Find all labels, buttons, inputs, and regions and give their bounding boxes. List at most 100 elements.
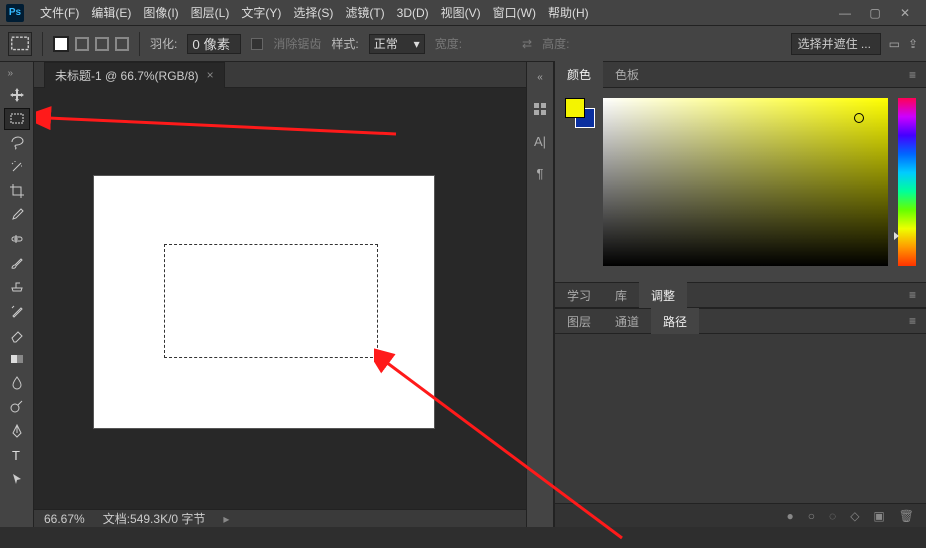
fill-path-icon[interactable]: ● <box>787 509 794 523</box>
status-chevron-icon[interactable]: ▸ <box>223 512 229 526</box>
tool-palette: » T <box>0 62 34 527</box>
selection-mode <box>53 36 129 52</box>
paragraph-panel-icon[interactable]: ¶ <box>531 164 549 182</box>
feather-input[interactable] <box>187 34 241 54</box>
add-selection-icon[interactable] <box>75 37 89 51</box>
tab-libraries[interactable]: 库 <box>603 282 639 309</box>
character-panel-icon[interactable]: A| <box>531 132 549 150</box>
new-selection-icon[interactable] <box>53 36 69 52</box>
feather-label: 羽化: <box>150 35 177 52</box>
healing-brush-tool[interactable] <box>4 228 30 250</box>
load-selection-icon[interactable]: ◌ <box>829 509 836 523</box>
select-and-mask-button[interactable]: 选择并遮住 ... <box>791 33 881 55</box>
rectangular-marquee-tool[interactable] <box>4 108 30 130</box>
menu-type[interactable]: 文字(Y) <box>235 4 287 21</box>
chevron-down-icon: ▾ <box>414 37 420 51</box>
lasso-tool[interactable] <box>4 132 30 154</box>
color-panel-tabs: 颜色 色板 ≡ <box>555 62 926 88</box>
hue-slider[interactable] <box>898 98 916 266</box>
menu-file[interactable]: 文件(F) <box>34 4 85 21</box>
panel-menu-icon[interactable]: ≡ <box>899 68 926 82</box>
width-label: 宽度: <box>435 35 462 52</box>
style-label: 样式: <box>331 35 358 52</box>
menu-window[interactable]: 窗口(W) <box>487 4 542 21</box>
dodge-tool[interactable] <box>4 396 30 418</box>
window-controls: — ▢ ✕ <box>830 3 920 23</box>
color-field[interactable] <box>603 98 888 266</box>
clone-stamp-tool[interactable] <box>4 276 30 298</box>
foreground-swatch[interactable] <box>565 98 585 118</box>
status-bar: 66.67% 文档:549.3K/0 字节 ▸ <box>34 509 526 527</box>
path-selection-tool[interactable] <box>4 468 30 490</box>
blur-tool[interactable] <box>4 372 30 394</box>
tab-adjust[interactable]: 调整 <box>639 282 687 309</box>
panel-menu-icon[interactable]: ≡ <box>899 314 926 328</box>
new-path-icon[interactable]: ▣ <box>873 509 884 523</box>
delete-path-icon[interactable]: 🗑 <box>899 509 914 523</box>
eyedropper-tool[interactable] <box>4 204 30 226</box>
collapsed-panel-strip: « A| ¶ <box>526 62 554 527</box>
tab-color[interactable]: 颜色 <box>555 61 603 88</box>
antialias-label: 消除锯齿 <box>273 35 321 52</box>
pen-tool[interactable] <box>4 420 30 442</box>
subtract-selection-icon[interactable] <box>95 37 109 51</box>
close-tab-icon[interactable]: × <box>207 68 214 82</box>
rectangular-selection <box>164 244 378 358</box>
menu-layer[interactable]: 图层(L) <box>185 4 236 21</box>
tab-channels[interactable]: 通道 <box>603 308 651 335</box>
share-icon[interactable]: ⇪ <box>908 37 918 51</box>
app-logo: Ps <box>6 4 24 22</box>
stroke-path-icon[interactable]: ○ <box>808 509 815 523</box>
tab-paths[interactable]: 路径 <box>651 308 699 335</box>
menu-bar: Ps 文件(F) 编辑(E) 图像(I) 图层(L) 文字(Y) 选择(S) 滤… <box>0 0 926 26</box>
hue-slider-thumb[interactable] <box>894 232 899 240</box>
color-cursor <box>854 113 864 123</box>
color-panel <box>555 88 926 282</box>
panel-menu-icon[interactable]: ≡ <box>899 288 926 302</box>
collapse-toolbar-icon[interactable]: » <box>8 68 26 79</box>
menu-edit[interactable]: 编辑(E) <box>85 4 137 21</box>
menu-filter[interactable]: 滤镜(T) <box>339 4 390 21</box>
type-tool[interactable]: T <box>4 444 30 466</box>
canvas-viewport[interactable] <box>34 88 526 509</box>
screen-mode-icon[interactable]: ▭ <box>889 37 900 51</box>
gradient-tool[interactable] <box>4 348 30 370</box>
expand-strip-icon[interactable]: « <box>531 68 549 86</box>
brush-tool[interactable] <box>4 252 30 274</box>
tab-learn[interactable]: 学习 <box>555 282 603 309</box>
menu-3d[interactable]: 3D(D) <box>391 6 435 20</box>
height-label: 高度: <box>542 35 569 52</box>
paths-panel-footer: ● ○ ◌ ◇ ▣ 🗑 <box>555 503 926 527</box>
document-tab-title: 未标题-1 @ 66.7%(RGB/8) <box>55 67 199 84</box>
close-button[interactable]: ✕ <box>890 3 920 23</box>
history-brush-tool[interactable] <box>4 300 30 322</box>
document-tab[interactable]: 未标题-1 @ 66.7%(RGB/8) × <box>44 62 225 88</box>
swap-icon: ⇄ <box>522 37 532 51</box>
document-area: 未标题-1 @ 66.7%(RGB/8) × 66.67% 文档:549.3K/… <box>34 62 526 527</box>
options-bar: 羽化: 消除锯齿 样式: 正常▾ 宽度: ⇄ 高度: 选择并遮住 ... ▭ ⇪ <box>0 26 926 62</box>
menu-select[interactable]: 选择(S) <box>287 4 339 21</box>
zoom-level[interactable]: 66.67% <box>44 512 85 526</box>
panel-dock: 颜色 色板 ≡ 学习 库 调整 ≡ 图层 通道 路径 ≡ <box>554 62 926 527</box>
menu-help[interactable]: 帮助(H) <box>542 4 595 21</box>
history-panel-icon[interactable] <box>531 100 549 118</box>
style-select[interactable]: 正常▾ <box>369 34 425 54</box>
layers-panel-tabs: 图层 通道 路径 ≡ <box>555 308 926 334</box>
make-workpath-icon[interactable]: ◇ <box>850 509 859 523</box>
workspace: » T 未标题-1 @ 66.7%(RGB/8) × <box>0 62 926 527</box>
minimize-button[interactable]: — <box>830 3 860 23</box>
tab-layers[interactable]: 图层 <box>555 308 603 335</box>
doc-status: 文档:549.3K/0 字节 <box>103 510 206 527</box>
maximize-button[interactable]: ▢ <box>860 3 890 23</box>
eraser-tool[interactable] <box>4 324 30 346</box>
tab-swatches[interactable]: 色板 <box>603 61 651 88</box>
crop-tool[interactable] <box>4 180 30 202</box>
fg-bg-swatches[interactable] <box>565 98 593 272</box>
paths-panel-body[interactable] <box>555 334 926 503</box>
move-tool[interactable] <box>4 84 30 106</box>
intersect-selection-icon[interactable] <box>115 37 129 51</box>
magic-wand-tool[interactable] <box>4 156 30 178</box>
menu-view[interactable]: 视图(V) <box>435 4 487 21</box>
menu-image[interactable]: 图像(I) <box>137 4 184 21</box>
current-tool-icon[interactable] <box>8 32 32 56</box>
